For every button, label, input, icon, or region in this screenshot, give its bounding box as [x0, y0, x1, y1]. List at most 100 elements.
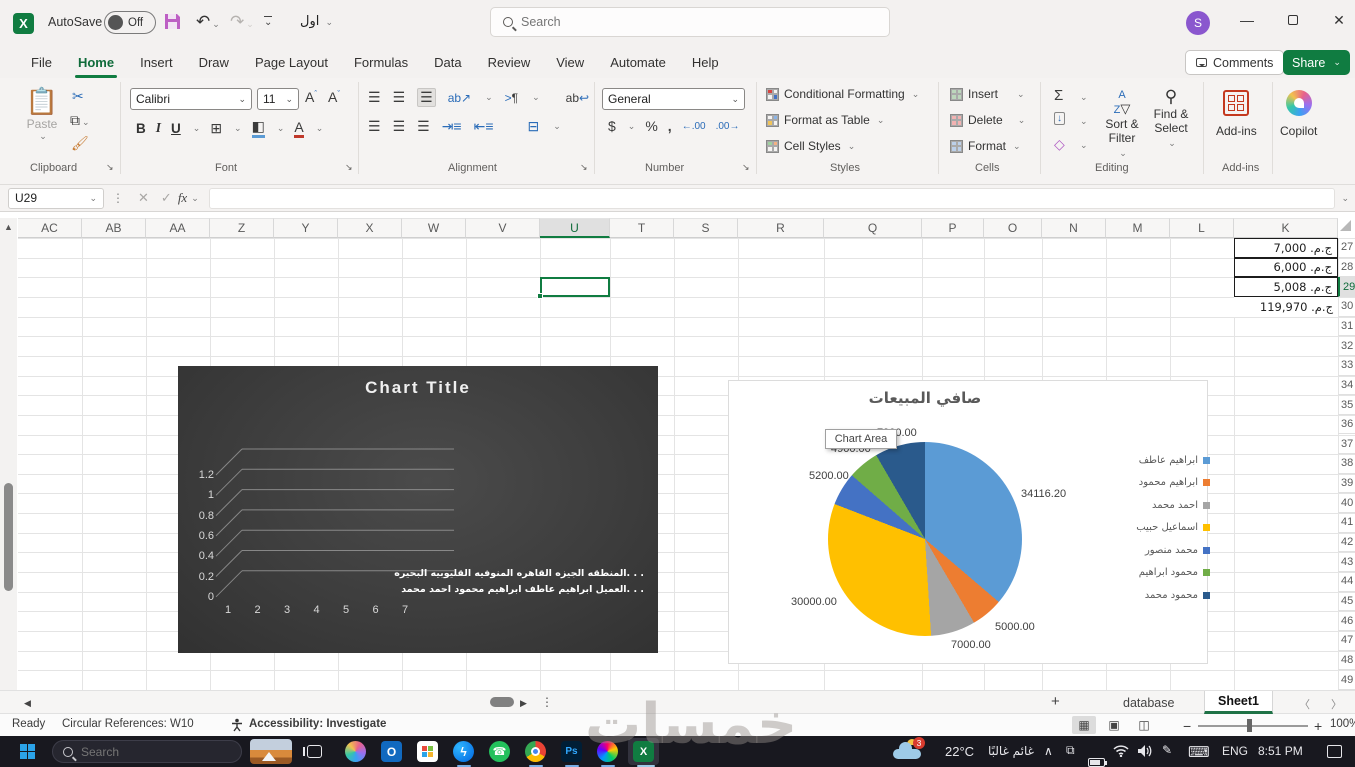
- speaker-icon[interactable]: [1137, 744, 1153, 758]
- fill-icon[interactable]: ↓: [1054, 112, 1065, 125]
- font-color-icon[interactable]: A: [294, 119, 304, 138]
- column-header-Z[interactable]: Z: [210, 218, 274, 238]
- photos-icon[interactable]: [597, 741, 618, 762]
- decrease-indent-icon[interactable]: ⇤≡: [474, 118, 494, 135]
- formula-input[interactable]: [208, 187, 1336, 209]
- conditional-formatting-button[interactable]: Conditional Formatting ⌄: [766, 87, 919, 101]
- align-bottom-icon[interactable]: ☰: [417, 88, 436, 107]
- search-input[interactable]: [521, 15, 821, 29]
- save-icon[interactable]: [163, 12, 182, 31]
- legend-item[interactable]: ابراهيم عاطف: [1114, 449, 1210, 472]
- row-header-48[interactable]: 48: [1338, 651, 1355, 671]
- font-family-select[interactable]: Calibri ⌄: [130, 88, 252, 110]
- temperature[interactable]: 22°C: [945, 744, 974, 759]
- namebox-splitter[interactable]: ⋮: [112, 191, 124, 205]
- column-header-N[interactable]: N: [1042, 218, 1106, 238]
- legend-item[interactable]: اسماعيل حبيب: [1114, 517, 1210, 540]
- row-header-33[interactable]: 33: [1338, 356, 1355, 376]
- align-top-icon[interactable]: ☰: [368, 89, 381, 106]
- percent-style-icon[interactable]: %: [645, 118, 657, 134]
- tab-draw[interactable]: Draw: [186, 49, 242, 76]
- column-header-O[interactable]: O: [984, 218, 1042, 238]
- weather-icon[interactable]: 3: [893, 737, 925, 759]
- minimize-button[interactable]: —: [1224, 0, 1270, 40]
- legend-item[interactable]: محمد منصور: [1114, 539, 1210, 562]
- merge-center-icon[interactable]: ⊟: [528, 118, 540, 135]
- row-header-37[interactable]: 37: [1338, 435, 1355, 455]
- maximize-button[interactable]: [1270, 0, 1316, 40]
- delete-cells-button[interactable]: Delete ⌄: [950, 113, 1025, 127]
- cancel-icon[interactable]: ✕: [138, 190, 149, 206]
- column-header-X[interactable]: X: [338, 218, 402, 238]
- vertical-scrollbar-thumb[interactable]: [4, 483, 13, 591]
- row-header-27[interactable]: 27: [1338, 238, 1355, 258]
- accessibility-status[interactable]: Accessibility: Investigate: [249, 718, 386, 730]
- undo-button[interactable]: ↶ ⌄: [196, 12, 220, 32]
- copy-icon[interactable]: ⧉ ⌄: [70, 112, 90, 129]
- align-right-icon[interactable]: ☰: [417, 118, 430, 135]
- language-indicator[interactable]: ENG: [1222, 744, 1248, 758]
- row-header-41[interactable]: 41: [1338, 513, 1355, 533]
- clock[interactable]: 8:51 PM: [1258, 744, 1303, 758]
- decrease-decimal-icon[interactable]: .00→: [716, 121, 740, 132]
- circular-references-status[interactable]: Circular References: W10: [62, 718, 194, 730]
- italic-button[interactable]: I: [156, 120, 161, 136]
- chrome-icon[interactable]: [525, 741, 546, 762]
- pie-chart[interactable]: صافي المبيعات 34116.20 5000.00 7000.00 3000…: [728, 380, 1210, 664]
- task-view-icon[interactable]: [303, 745, 322, 758]
- wrap-text-icon[interactable]: ab↩: [566, 91, 589, 105]
- pen-icon[interactable]: ✎: [1162, 743, 1172, 757]
- insert-function-icon[interactable]: fx: [178, 190, 187, 206]
- cell-styles-button[interactable]: Cell Styles ⌄: [766, 139, 855, 153]
- column-header-T[interactable]: T: [610, 218, 674, 238]
- row-header-44[interactable]: 44: [1338, 572, 1355, 592]
- column-header-AA[interactable]: AA: [146, 218, 210, 238]
- expand-formula-bar-icon[interactable]: ⌄: [1341, 193, 1349, 204]
- increase-decimal-icon[interactable]: ←.00: [682, 121, 706, 132]
- widgets-icon[interactable]: [250, 739, 292, 764]
- format-painter-icon[interactable]: 🖌: [71, 135, 89, 152]
- row-header-45[interactable]: 45: [1338, 592, 1355, 612]
- column-header-L[interactable]: L: [1170, 218, 1234, 238]
- align-left-icon[interactable]: ☰: [368, 118, 381, 135]
- increase-font-icon[interactable]: Aˆ: [305, 89, 317, 105]
- vertical-scrollbar[interactable]: ▲: [0, 218, 17, 690]
- autosave-toggle[interactable]: Off: [104, 11, 156, 34]
- row-header-28[interactable]: 28: [1338, 258, 1355, 278]
- clipboard-dialog-launcher[interactable]: ↘: [106, 162, 114, 173]
- tab-formulas[interactable]: Formulas: [341, 49, 421, 76]
- row-header-49[interactable]: 49: [1338, 670, 1355, 690]
- notification-center-icon[interactable]: [1327, 745, 1342, 758]
- tab-insert[interactable]: Insert: [127, 49, 186, 76]
- start-button[interactable]: [20, 744, 35, 759]
- tab-view[interactable]: View: [543, 49, 597, 76]
- tab-review[interactable]: Review: [475, 49, 544, 76]
- weather-condition[interactable]: غائم غالبًا: [988, 744, 1034, 758]
- horizontal-scrollbar-thumb[interactable]: [490, 697, 514, 707]
- comments-button[interactable]: Comments: [1185, 50, 1285, 75]
- excel-taskbar-icon[interactable]: X: [633, 741, 654, 762]
- legend-item[interactable]: محمود ابراهيم: [1114, 562, 1210, 585]
- cut-icon[interactable]: ✂: [72, 88, 84, 105]
- taskbar-search[interactable]: [52, 740, 242, 763]
- scrollbar-options-icon[interactable]: ⋮: [541, 695, 553, 709]
- pie-plot[interactable]: [828, 442, 1022, 636]
- document-title[interactable]: اول ⌄: [300, 14, 333, 29]
- sheet-nav-next-icon[interactable]: 〉: [1331, 696, 1342, 712]
- cell-K30[interactable]: ج.م. 119,970: [1234, 296, 1338, 317]
- row-header-39[interactable]: 39: [1338, 474, 1355, 494]
- line-chart[interactable]: Chart Title 1.2 1 0.8 0.6 0.4 0.2 0 1 2 3 4 5 6 7 الم…: [178, 366, 658, 653]
- clear-icon[interactable]: ◇: [1054, 136, 1065, 153]
- cell-K28[interactable]: ج.م. 6,000: [1234, 257, 1338, 278]
- fill-color-icon[interactable]: ◧: [251, 118, 265, 138]
- decrease-font-icon[interactable]: Aˇ: [328, 89, 340, 105]
- insert-cells-button[interactable]: Insert ⌄: [950, 87, 1025, 101]
- cell-K27[interactable]: ج.م. 7,000: [1234, 238, 1338, 258]
- row-header-34[interactable]: 34: [1338, 376, 1355, 396]
- tray-chevron-icon[interactable]: ∧: [1044, 744, 1053, 758]
- fill-handle[interactable]: [537, 292, 543, 299]
- row-header-29[interactable]: 29: [1338, 277, 1355, 297]
- row-header-32[interactable]: 32: [1338, 336, 1355, 356]
- zoom-slider[interactable]: [1198, 725, 1308, 727]
- touch-keyboard-icon[interactable]: ⌨: [1188, 743, 1210, 761]
